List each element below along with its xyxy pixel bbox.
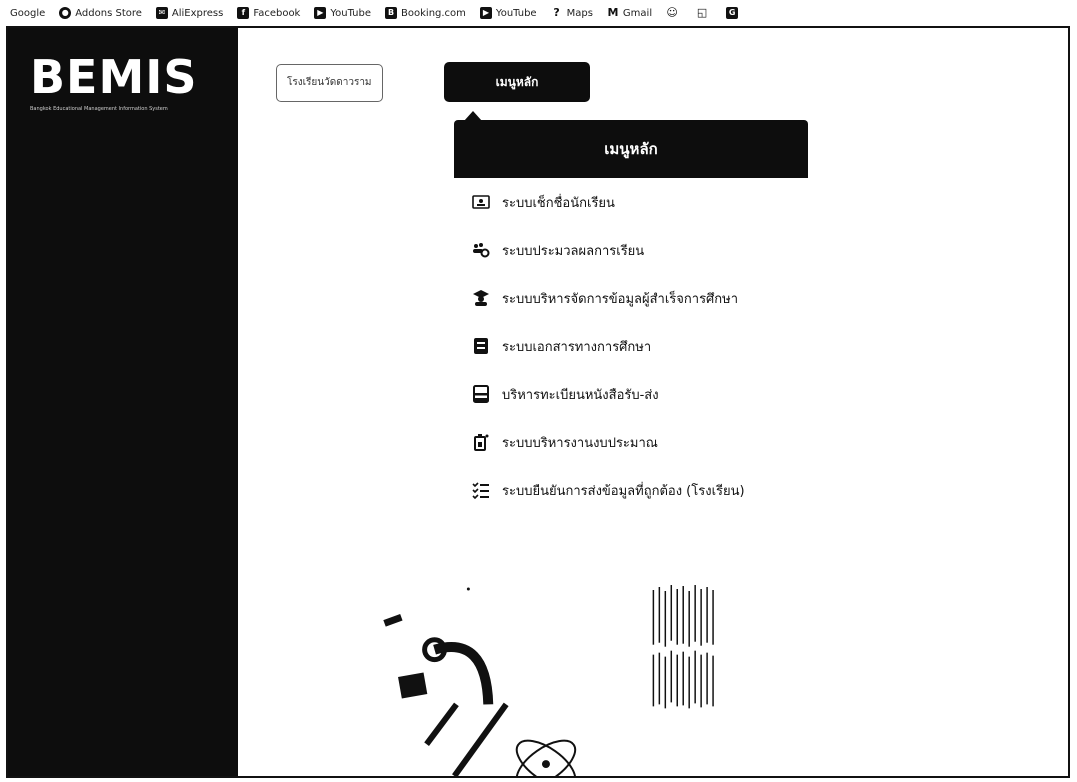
main-menu-dropdown: เมนูหลัก ระบบเช็กชื่อนักเรียน ระบบประมวล…: [454, 111, 808, 514]
menu-item-label: ระบบเอกสารทางการศึกษา: [502, 339, 652, 355]
menu-list: ระบบเช็กชื่อนักเรียน ระบบประมวลผลการเรีย…: [454, 178, 808, 514]
bookmark-label: Gmail: [622, 7, 653, 19]
menu-item-document-register[interactable]: บริหารทะเบียนหนังสือรับ-ส่ง: [454, 370, 808, 418]
menu-item-graduate-data[interactable]: ระบบบริหารจัดการข้อมูลผู้สำเร็จการศึกษา: [454, 274, 808, 322]
menu-item-label: ระบบบริหารจัดการข้อมูลผู้สำเร็จการศึกษา: [502, 291, 739, 307]
gmail-icon: M: [607, 6, 619, 19]
sidebar: BEMIS Bangkok Educational Management Inf…: [8, 28, 238, 776]
app-icon: G: [726, 7, 739, 19]
bookmark-app-1[interactable]: ☺: [666, 7, 682, 19]
menu-item-label: ระบบประมวลผลการเรียน: [502, 243, 645, 259]
menu-item-education-documents[interactable]: ระบบเอกสารทางการศึกษา: [454, 322, 808, 370]
bookmark-label: AliExpress: [171, 7, 224, 19]
menu-item-label: บริหารทะเบียนหนังสือรับ-ส่ง: [502, 387, 659, 403]
app-window: BEMIS Bangkok Educational Management Inf…: [6, 26, 1070, 778]
menu-item-grade-processing[interactable]: ระบบประมวลผลการเรียน: [454, 226, 808, 274]
bookmark-label: Google: [10, 7, 46, 19]
dropdown-title: เมนูหลัก: [454, 120, 808, 178]
bookmark-label: Maps: [566, 7, 593, 19]
maps-icon: ?: [553, 6, 560, 19]
youtube-icon: ▶: [314, 7, 327, 19]
bookmark-addons-store[interactable]: ● Addons Store: [59, 7, 142, 19]
menu-item-label: ระบบเช็กชื่อนักเรียน: [502, 195, 615, 211]
booking-icon: B: [385, 7, 398, 19]
youtube-icon: ▶: [479, 7, 492, 19]
graduate-icon: [473, 290, 489, 306]
addons-icon: ●: [59, 7, 72, 19]
facebook-icon: f: [237, 7, 250, 19]
app-icon: ☺: [666, 6, 678, 19]
id-card-icon: [472, 195, 490, 209]
checklist-icon: [472, 482, 489, 499]
bookmark-booking[interactable]: B Booking.com: [385, 7, 466, 19]
bookmark-aliexpress[interactable]: ✉ AliExpress: [155, 7, 224, 19]
school-name-button[interactable]: โรงเรียนวัดดาวราม: [276, 64, 383, 102]
bookmark-label: Booking.com: [401, 7, 466, 19]
menu-item-student-attendance[interactable]: ระบบเช็กชื่อนักเรียน: [454, 178, 808, 226]
bookmark-label: Addons Store: [75, 7, 142, 19]
book-register-icon: [473, 385, 489, 403]
menu-item-label: ระบบบริหารงานงบประมาณ: [502, 435, 658, 451]
menu-item-budget-management[interactable]: ระบบบริหารงานงบประมาณ: [454, 418, 808, 466]
bookmark-app-2[interactable]: ◱: [696, 7, 712, 19]
bookmark-google[interactable]: Google: [10, 8, 45, 19]
bemis-logo[interactable]: BEMIS: [30, 50, 198, 104]
budget-icon: [474, 434, 489, 451]
bookmark-youtube-2[interactable]: ▶ YouTube: [479, 7, 537, 19]
menu-item-label: ระบบยืนยันการส่งข้อมูลที่ถูกต้อง (โรงเรี…: [502, 483, 745, 499]
logo-subtitle: Bangkok Educational Management Informati…: [30, 106, 168, 112]
bookmark-maps[interactable]: ? Maps: [551, 7, 593, 19]
bookmark-label: YouTube: [330, 7, 372, 19]
bookmark-label: Facebook: [253, 7, 301, 19]
app-icon: ◱: [696, 6, 708, 19]
bookmark-app-3[interactable]: G: [726, 7, 742, 19]
bookmarks-bar: Google ● Addons Store ✉ AliExpress f Fac…: [6, 2, 1072, 24]
bookmark-youtube[interactable]: ▶ YouTube: [314, 7, 371, 19]
bookmark-gmail[interactable]: M Gmail: [607, 7, 652, 19]
bookmark-facebook[interactable]: f Facebook: [237, 7, 300, 19]
dropdown-pointer: [464, 111, 482, 121]
main-menu-button[interactable]: เมนูหลัก: [444, 62, 590, 102]
bookmark-label: YouTube: [495, 7, 537, 19]
document-icon: [474, 338, 488, 354]
menu-item-data-confirmation[interactable]: ระบบยืนยันการส่งข้อมูลที่ถูกต้อง (โรงเรี…: [454, 466, 808, 514]
aliexpress-icon: ✉: [155, 7, 168, 19]
users-gear-icon: [473, 243, 490, 258]
